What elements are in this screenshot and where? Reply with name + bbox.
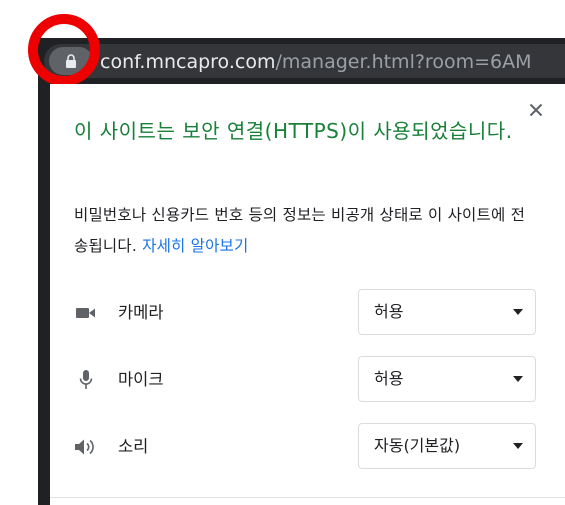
popup-title: 이 사이트는 보안 연결(HTTPS)이 사용되었습니다. [74,119,513,143]
dropdown-arrow-icon [513,309,523,315]
dropdown-arrow-icon [513,443,523,449]
select-value: 허용 [374,369,404,388]
permission-label: 카메라 [118,303,164,322]
permission-label: 소리 [118,437,149,456]
learn-more-link[interactable]: 자세히 알아보기 [142,237,248,255]
camera-permission-select[interactable]: 허용 [358,289,536,335]
url-path: /manager.html?room=6AM [275,51,532,73]
close-button[interactable] [522,96,550,124]
microphone-permission-select[interactable]: 허용 [358,356,536,402]
permission-label: 마이크 [118,370,164,389]
speaker-icon [74,423,98,471]
popup-description: 비밀번호나 신용카드 번호 등의 정보는 비공개 상태로 이 사이트에 전송됩니… [74,200,534,262]
address-url[interactable]: conf.mncapro.com/manager.html?room=6AM [100,50,531,74]
select-value: 허용 [374,302,404,321]
dropdown-arrow-icon [513,376,523,382]
microphone-icon [74,356,98,404]
permission-row-microphone: 마이크 허용 [74,356,544,404]
annotation-circle [28,14,100,86]
browser-frame-edge [38,84,50,505]
select-value: 자동(기본값) [374,436,461,455]
url-host: conf.mncapro.com [100,51,276,73]
camera-icon [74,289,98,337]
sound-permission-select[interactable]: 자동(기본값) [358,423,536,469]
permission-row-camera: 카메라 허용 [74,289,544,337]
permission-row-sound: 소리 자동(기본값) [74,423,544,471]
popup-divider [50,497,565,498]
close-icon [529,103,543,117]
